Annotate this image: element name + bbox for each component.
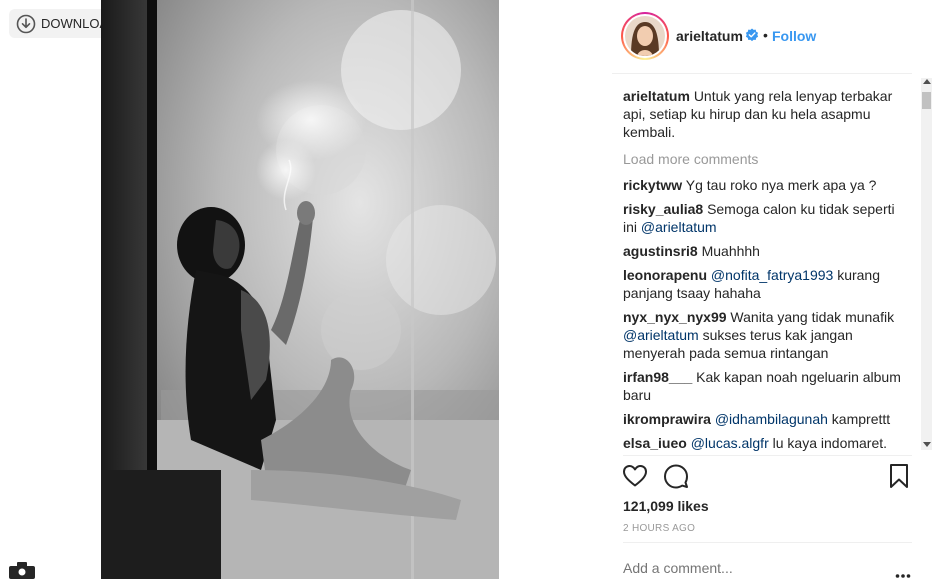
scroll-thumb[interactable] — [922, 92, 931, 109]
post-photo[interactable] — [101, 0, 499, 579]
caption-username[interactable]: arieltatum — [623, 88, 690, 104]
comment-username[interactable]: leonorapenu — [623, 267, 707, 283]
post-caption: arieltatum Untuk yang rela lenyap terbak… — [623, 87, 906, 141]
comment-text: kamprettt — [827, 411, 891, 427]
comment-username[interactable]: risky_aulia8 — [623, 201, 703, 217]
comment-mention[interactable]: @lucas.algfr — [691, 435, 769, 451]
comment-username[interactable]: nyx_nyx_nyx99 — [623, 309, 727, 325]
comment-mention[interactable]: @nofita_fatrya1993 — [711, 267, 833, 283]
load-more-comments-button[interactable]: Load more comments — [623, 150, 906, 168]
follow-button[interactable]: Follow — [772, 28, 816, 44]
comment-icon[interactable] — [663, 463, 689, 489]
comment-item: agustinsri8 Muahhhh — [623, 242, 906, 260]
comment-mention[interactable]: @arieltatum — [623, 327, 699, 343]
avatar[interactable] — [621, 12, 669, 60]
comment-text: lu kaya indomaret. — [768, 435, 888, 451]
verified-badge-icon — [745, 28, 759, 42]
actions-divider — [623, 455, 912, 456]
comments-scrollbar[interactable] — [921, 78, 932, 450]
comment-text: Yg tau roko nya merk apa ya ? — [685, 177, 877, 193]
comment-mention[interactable]: @idhambilagunah — [715, 411, 828, 427]
comment-item: elsa_iueo @lucas.algfr lu kaya indomaret… — [623, 434, 906, 452]
comment-item: risky_aulia8 Semoga calon ku tidak seper… — [623, 200, 906, 236]
scroll-up-arrow-icon[interactable] — [923, 79, 931, 84]
comment-username[interactable]: irfan98___ — [623, 369, 692, 385]
comment-item: rickytww Yg tau roko nya merk apa ya ? — [623, 176, 906, 194]
likes-count[interactable]: 121,099 likes — [623, 498, 709, 514]
comments-list: arieltatum Untuk yang rela lenyap terbak… — [623, 87, 906, 452]
comment-username[interactable]: ikromprawira — [623, 411, 711, 427]
add-comment-divider — [623, 542, 912, 543]
download-icon — [16, 14, 36, 34]
more-options-icon[interactable] — [895, 566, 911, 578]
camera-icon[interactable] — [8, 561, 36, 579]
add-comment-input[interactable] — [623, 560, 873, 576]
comment-username[interactable]: agustinsri8 — [623, 243, 698, 259]
separator-dot: • — [763, 27, 768, 43]
scroll-down-arrow-icon[interactable] — [923, 442, 931, 447]
post-details-panel: arieltatum • Follow arieltatum Untuk yan… — [612, 0, 934, 579]
comment-username[interactable]: rickytww — [623, 177, 682, 193]
header-divider — [612, 73, 912, 74]
comment-item: ikromprawira @idhambilagunah kamprettt — [623, 410, 906, 428]
comment-item: irfan98___ Kak kapan noah ngeluarin albu… — [623, 368, 906, 404]
comment-mention[interactable]: @arieltatum — [641, 219, 717, 235]
comment-item: nyx_nyx_nyx99 Wanita yang tidak munafik … — [623, 308, 906, 362]
comment-item: leonorapenu @nofita_fatrya1993 kurang pa… — [623, 266, 906, 302]
comment-text: Muahhhh — [701, 243, 760, 259]
heart-icon[interactable] — [622, 463, 648, 489]
post-timestamp: 2 HOURS AGO — [623, 523, 696, 534]
post-username[interactable]: arieltatum — [676, 28, 743, 44]
post-header: arieltatum • Follow — [612, 0, 922, 72]
comment-username[interactable]: elsa_iueo — [623, 435, 687, 451]
bookmark-icon[interactable] — [888, 463, 910, 489]
comment-text: Wanita yang tidak munafik — [730, 309, 895, 325]
